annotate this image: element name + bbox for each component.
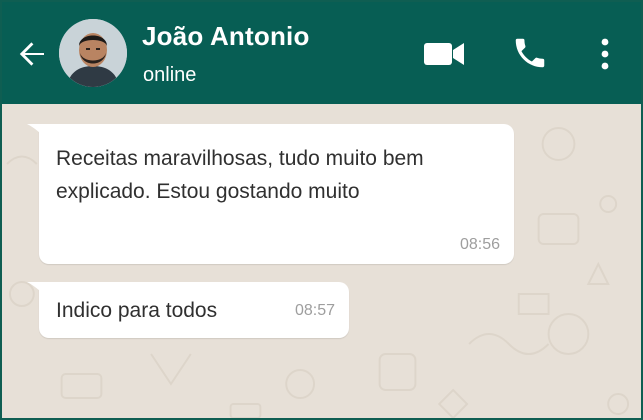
message-tail — [27, 124, 51, 146]
more-options-icon[interactable] — [595, 37, 615, 71]
contact-name[interactable]: João Antonio — [142, 21, 310, 52]
contact-status: online — [143, 64, 197, 86]
message-tail — [27, 282, 51, 304]
message-time: 08:56 — [459, 236, 500, 253]
message-text: Indico para todos — [56, 299, 218, 322]
contact-avatar[interactable] — [59, 19, 127, 87]
incoming-message[interactable]: Receitas maravilhosas, tudo muito bem ex… — [27, 124, 514, 264]
chat-header: João Antonio online — [2, 2, 641, 104]
phone-call-icon[interactable] — [511, 34, 549, 72]
message-list[interactable]: Receitas maravilhosas, tudo muito bem ex… — [2, 104, 641, 418]
avatar-photo — [59, 19, 127, 87]
chat-window: João Antonio online Receitas maravilhosa… — [0, 0, 643, 420]
back-arrow-icon[interactable] — [16, 38, 48, 70]
message-text: Receitas maravilhosas, tudo muito bem ex… — [56, 147, 424, 203]
incoming-message[interactable]: Indico para todos 08:57 — [27, 282, 349, 338]
message-time: 08:57 — [294, 302, 335, 319]
video-call-icon[interactable] — [423, 40, 465, 68]
